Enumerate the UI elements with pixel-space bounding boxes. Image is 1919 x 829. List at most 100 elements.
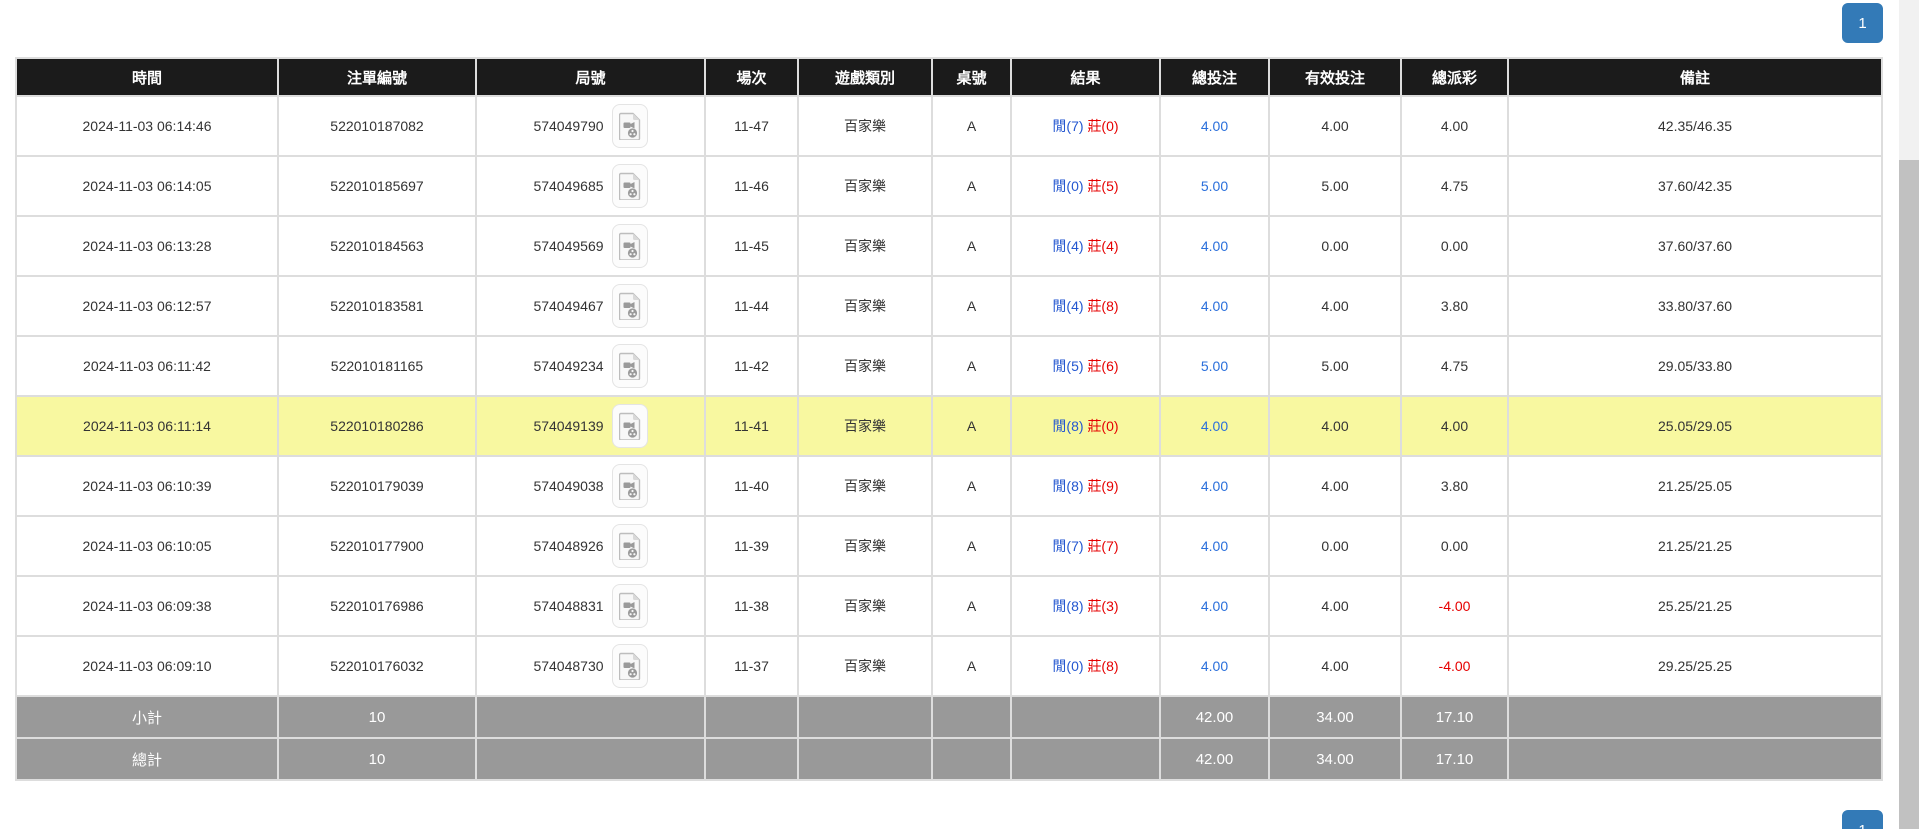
result-banker: 莊(0) — [1087, 118, 1118, 134]
total-bet-cell[interactable]: 5.00 — [1160, 156, 1269, 216]
table-row: 2024-11-03 06:11:14 522010180286 5740491… — [16, 396, 1882, 456]
round-id: 574048730 — [533, 658, 603, 674]
table-id-cell: A — [932, 276, 1011, 336]
total-bet-cell[interactable]: 4.00 — [1160, 96, 1269, 156]
video-replay-document-icon — [619, 112, 641, 140]
session-cell: 11-44 — [705, 276, 798, 336]
valid-bet-cell: 0.00 — [1269, 516, 1401, 576]
video-replay-document-icon — [619, 292, 641, 320]
game-type-cell: 百家樂 — [798, 276, 932, 336]
session-cell: 11-42 — [705, 336, 798, 396]
total-bet-link[interactable]: 4.00 — [1201, 658, 1228, 674]
header-valid-bet: 有效投注 — [1269, 58, 1401, 96]
video-replay-button[interactable] — [612, 164, 648, 208]
total-bet-link[interactable]: 4.00 — [1201, 118, 1228, 134]
video-replay-button[interactable] — [612, 284, 648, 328]
total-payout-cell: 4.75 — [1401, 336, 1508, 396]
video-replay-button[interactable] — [612, 224, 648, 268]
total-bet-cell[interactable]: 4.00 — [1160, 276, 1269, 336]
result-player: 閒(8) — [1052, 478, 1083, 494]
game-type-cell: 百家樂 — [798, 96, 932, 156]
valid-bet-cell: 4.00 — [1269, 276, 1401, 336]
total-payout-cell: -4.00 — [1401, 576, 1508, 636]
valid-bet-cell: 4.00 — [1269, 96, 1401, 156]
pagination-page-1-bottom[interactable]: 1 — [1842, 810, 1883, 829]
video-replay-document-icon — [619, 172, 641, 200]
video-replay-button[interactable] — [612, 104, 648, 148]
total-bet-cell[interactable]: 4.00 — [1160, 216, 1269, 276]
session-cell: 11-38 — [705, 576, 798, 636]
total-bet-link[interactable]: 4.00 — [1201, 418, 1228, 434]
bet-id-cell: 522010179039 — [278, 456, 476, 516]
total-bet-cell[interactable]: 4.00 — [1160, 456, 1269, 516]
grand-total-label: 總計 — [16, 738, 278, 780]
total-payout-cell: 0.00 — [1401, 516, 1508, 576]
total-bet-link[interactable]: 5.00 — [1201, 358, 1228, 374]
total-bet-cell[interactable]: 5.00 — [1160, 336, 1269, 396]
bet-id-cell: 522010176032 — [278, 636, 476, 696]
total-bet-link[interactable]: 4.00 — [1201, 598, 1228, 614]
total-bet-link[interactable]: 4.00 — [1201, 238, 1228, 254]
header-table-id: 桌號 — [932, 58, 1011, 96]
session-cell: 11-39 — [705, 516, 798, 576]
valid-bet-cell: 4.00 — [1269, 636, 1401, 696]
table-row: 2024-11-03 06:09:10 522010176032 5740487… — [16, 636, 1882, 696]
table-id-cell: A — [932, 516, 1011, 576]
result-cell: 閒(8) 莊(3) — [1011, 576, 1160, 636]
total-bet-cell[interactable]: 4.00 — [1160, 636, 1269, 696]
grand-total-total-bet: 42.00 — [1160, 738, 1269, 780]
total-bet-link[interactable]: 5.00 — [1201, 178, 1228, 194]
result-banker: 莊(6) — [1087, 358, 1118, 374]
table-row: 2024-11-03 06:12:57 522010183581 5740494… — [16, 276, 1882, 336]
round-id-cell: 574049038 — [476, 456, 705, 516]
video-replay-button[interactable] — [612, 644, 648, 688]
header-bet-id: 注單編號 — [278, 58, 476, 96]
total-bet-cell[interactable]: 4.00 — [1160, 396, 1269, 456]
video-replay-button[interactable] — [612, 404, 648, 448]
round-id-cell: 574049467 — [476, 276, 705, 336]
result-cell: 閒(0) 莊(8) — [1011, 636, 1160, 696]
table-row: 2024-11-03 06:14:05 522010185697 5740496… — [16, 156, 1882, 216]
total-bet-link[interactable]: 4.00 — [1201, 298, 1228, 314]
time-cell: 2024-11-03 06:10:39 — [16, 456, 278, 516]
video-replay-button[interactable] — [612, 464, 648, 508]
result-cell: 閒(8) 莊(9) — [1011, 456, 1160, 516]
video-replay-document-icon — [619, 532, 641, 560]
total-bet-link[interactable]: 4.00 — [1201, 538, 1228, 554]
header-total-bet: 總投注 — [1160, 58, 1269, 96]
video-replay-document-icon — [619, 352, 641, 380]
bet-id-cell: 522010177900 — [278, 516, 476, 576]
round-id: 574049569 — [533, 238, 603, 254]
video-replay-button[interactable] — [612, 584, 648, 628]
result-banker: 莊(9) — [1087, 478, 1118, 494]
valid-bet-cell: 4.00 — [1269, 576, 1401, 636]
round-id-cell: 574049569 — [476, 216, 705, 276]
table-id-cell: A — [932, 216, 1011, 276]
total-bet-link[interactable]: 4.00 — [1201, 478, 1228, 494]
video-replay-button[interactable] — [612, 524, 648, 568]
round-id: 574049139 — [533, 418, 603, 434]
time-cell: 2024-11-03 06:09:10 — [16, 636, 278, 696]
video-replay-document-icon — [619, 412, 641, 440]
time-cell: 2024-11-03 06:12:57 — [16, 276, 278, 336]
pagination-page-1-top[interactable]: 1 — [1842, 3, 1883, 43]
result-player: 閒(8) — [1052, 418, 1083, 434]
game-type-cell: 百家樂 — [798, 336, 932, 396]
header-session: 場次 — [705, 58, 798, 96]
valid-bet-cell: 5.00 — [1269, 156, 1401, 216]
game-type-cell: 百家樂 — [798, 516, 932, 576]
table-body: 2024-11-03 06:14:46 522010187082 5740497… — [16, 96, 1882, 696]
valid-bet-cell: 4.00 — [1269, 396, 1401, 456]
session-cell: 11-40 — [705, 456, 798, 516]
total-bet-cell[interactable]: 4.00 — [1160, 516, 1269, 576]
session-cell: 11-41 — [705, 396, 798, 456]
scrollbar-thumb[interactable] — [1899, 160, 1919, 829]
table-row: 2024-11-03 06:09:38 522010176986 5740488… — [16, 576, 1882, 636]
scrollbar-track[interactable] — [1899, 0, 1919, 829]
table-id-cell: A — [932, 576, 1011, 636]
round-id: 574048926 — [533, 538, 603, 554]
table-row: 2024-11-03 06:10:39 522010179039 5740490… — [16, 456, 1882, 516]
remark-cell: 29.25/25.25 — [1508, 636, 1882, 696]
video-replay-button[interactable] — [612, 344, 648, 388]
total-bet-cell[interactable]: 4.00 — [1160, 576, 1269, 636]
